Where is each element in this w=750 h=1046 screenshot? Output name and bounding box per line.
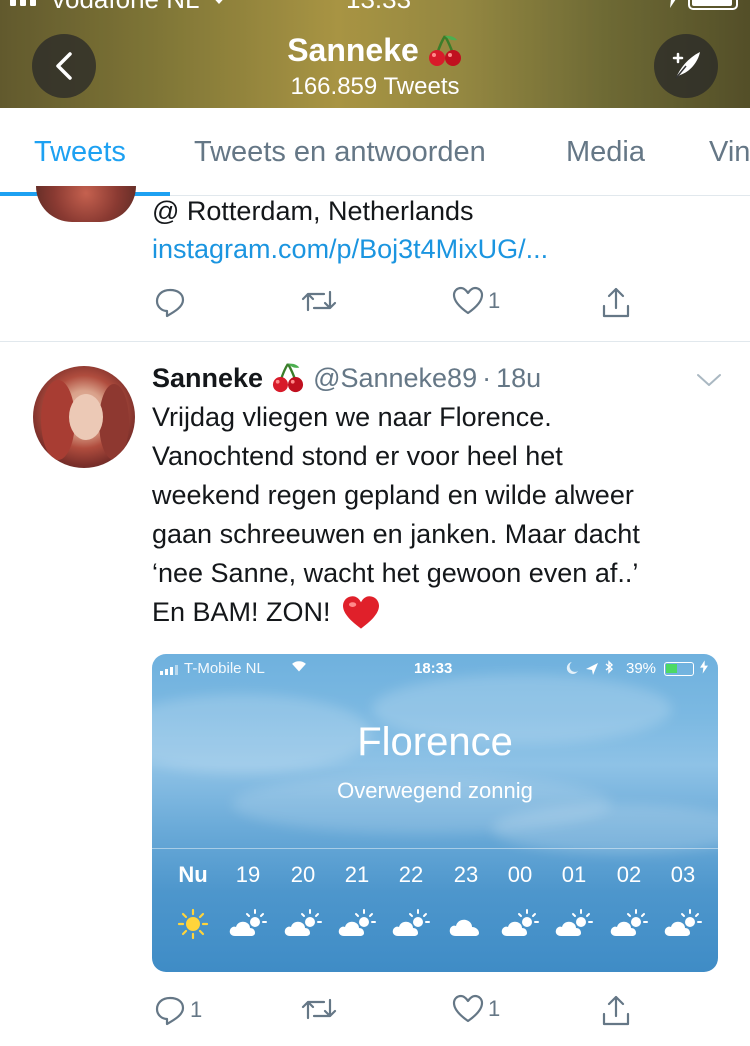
- like-count: 1: [488, 996, 501, 1021]
- tab-media[interactable]: Media: [566, 136, 645, 169]
- profile-header: vodafone NL 13:33 Sanneke: [0, 0, 750, 108]
- share-icon: [602, 995, 630, 1026]
- hour-label: 22: [398, 862, 424, 887]
- partly-cloudy-icon: [229, 909, 267, 936]
- weather-city: Florence: [357, 720, 513, 764]
- share-button[interactable]: [600, 994, 632, 1028]
- tweet-author-handle[interactable]: @Sanneke89: [313, 363, 477, 394]
- profile-screen: vodafone NL 13:33 Sanneke: [0, 0, 750, 1046]
- battery-icon: [688, 0, 738, 10]
- profile-tabs: Tweets Tweets en antwoorden Media Vin: [0, 108, 750, 196]
- charging-icon: [700, 660, 708, 678]
- signal-icon: [160, 665, 178, 675]
- retweet-button[interactable]: [300, 286, 338, 316]
- partly-cloudy-icon: [284, 909, 322, 936]
- like-button[interactable]: 1: [452, 286, 500, 316]
- hour-label: Nu: [178, 862, 208, 887]
- tweet-text: @ Rotterdam, Netherlands: [152, 196, 474, 226]
- retweet-icon: [301, 998, 337, 1020]
- moon-location-bluetooth-icons: [564, 660, 620, 680]
- tweet-actions: 1: [0, 286, 750, 326]
- tweet-count: 166.859 Tweets: [290, 73, 460, 100]
- partly-cloudy-icon: [610, 909, 648, 936]
- tweet-media-image[interactable]: T-Mobile NL 18:33 39% Florence Overwegen…: [152, 654, 718, 972]
- heart-icon: [452, 994, 484, 1023]
- hour-label: 02: [616, 862, 642, 887]
- retweet-button[interactable]: [300, 994, 338, 1024]
- like-count: 1: [488, 288, 501, 313]
- tweet-header: Sanneke @Sanneke89 · 18u: [152, 362, 541, 394]
- tweet-link[interactable]: instagram.com/p/Boj3t4MixUG/...: [152, 234, 548, 265]
- separator: ·: [482, 362, 492, 393]
- tweet-text: Vrijdag vliegen we naar Florence. Vanoch…: [152, 398, 732, 632]
- tweet-item[interactable]: Sanneke @Sanneke89 · 18u Vrijdag vliegen…: [0, 342, 750, 1046]
- cherry-icon: [273, 363, 304, 393]
- partly-cloudy-icon: [664, 909, 702, 936]
- hour-label: 21: [344, 862, 370, 887]
- tab-tweets[interactable]: Tweets: [34, 136, 126, 169]
- tweet-timestamp[interactable]: 18u: [496, 363, 541, 394]
- battery-icon: [664, 662, 694, 676]
- reply-icon: [155, 996, 185, 1026]
- status-time: 13:33: [346, 0, 411, 15]
- media-status-bar: T-Mobile NL 18:33 39%: [152, 660, 718, 680]
- status-bar: vodafone NL 13:33: [0, 0, 750, 14]
- heart-icon: [452, 286, 484, 315]
- profile-name-row: Sanneke: [287, 32, 463, 69]
- share-icon: [602, 287, 630, 318]
- partly-cloudy-icon: [501, 909, 539, 936]
- tweet-author-name[interactable]: Sanneke: [152, 363, 263, 394]
- hour-label: 01: [561, 862, 587, 887]
- chevron-down-icon: [697, 374, 721, 386]
- signal-icon: [10, 0, 36, 6]
- reply-button[interactable]: [154, 286, 186, 318]
- partly-cloudy-icon: [338, 909, 376, 936]
- reply-button[interactable]: 1: [154, 994, 202, 1026]
- header-title: Sanneke 166.859 Tweets: [0, 32, 750, 101]
- carrier-label: vodafone NL: [52, 0, 199, 15]
- hour-label: 20: [290, 862, 316, 887]
- hour-label: 00: [507, 862, 533, 887]
- divider: [152, 848, 718, 849]
- wifi-icon: [206, 0, 232, 13]
- tab-likes[interactable]: Vin: [709, 136, 750, 169]
- cherry-icon: [428, 34, 461, 66]
- sun-icon: [177, 908, 209, 940]
- wifi-icon: [290, 659, 308, 677]
- tweet-item[interactable]: @ Rotterdam, Netherlands instagram.com/p…: [0, 186, 750, 342]
- media-time: 18:33: [414, 660, 453, 677]
- profile-name: Sanneke: [287, 32, 419, 68]
- avatar[interactable]: [36, 186, 136, 222]
- media-battery-percent: 39%: [626, 660, 657, 677]
- tab-tweets-and-replies[interactable]: Tweets en antwoorden: [194, 136, 486, 169]
- avatar[interactable]: [33, 366, 135, 468]
- tweet-actions: 1 1: [0, 994, 750, 1034]
- hour-label: 03: [670, 862, 696, 887]
- partly-cloudy-icon: [392, 909, 430, 936]
- red-heart-emoji-icon: [342, 595, 379, 629]
- share-button[interactable]: [600, 286, 632, 320]
- tweet-menu-button[interactable]: [696, 372, 722, 393]
- cloud-icon: [449, 919, 479, 936]
- charging-icon: [666, 0, 678, 15]
- partly-cloudy-icon: [555, 909, 593, 936]
- weather-condition: Overwegend zonnig: [337, 778, 533, 803]
- compose-tweet-button[interactable]: [654, 34, 718, 98]
- reply-count: 1: [190, 997, 203, 1022]
- hour-label: 23: [453, 862, 479, 887]
- retweet-icon: [301, 290, 337, 312]
- like-button[interactable]: 1: [452, 994, 500, 1024]
- reply-icon: [155, 288, 185, 318]
- media-carrier: T-Mobile NL: [184, 660, 265, 677]
- hour-label: 19: [235, 862, 261, 887]
- compose-quill-icon: [672, 52, 700, 79]
